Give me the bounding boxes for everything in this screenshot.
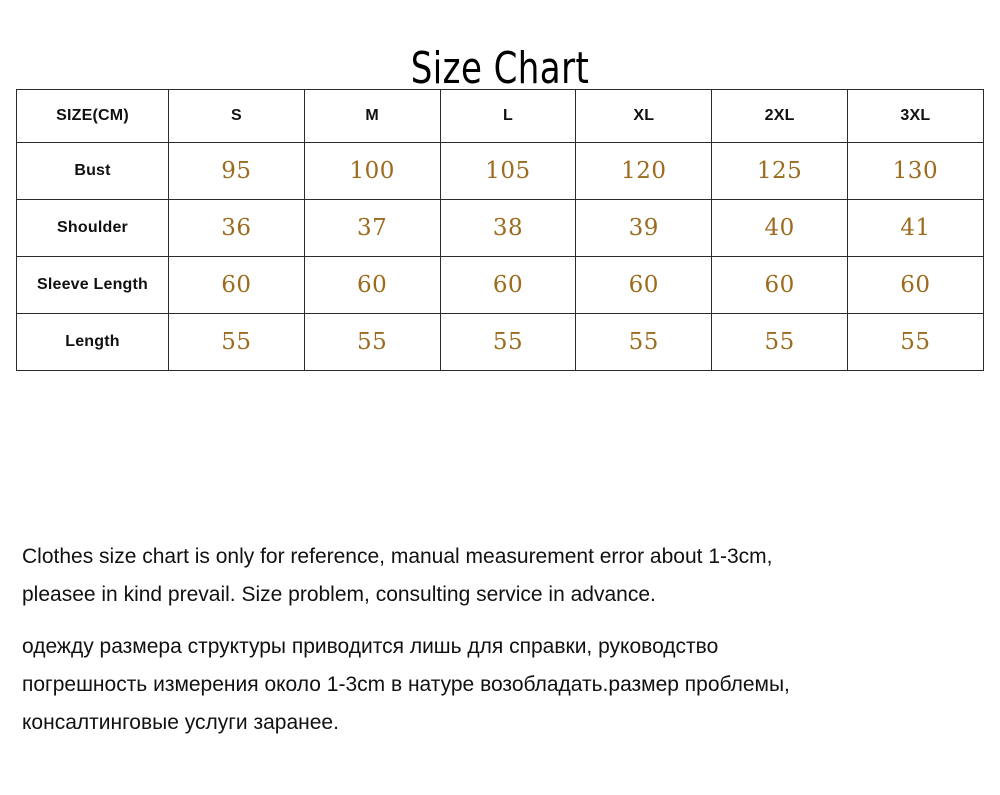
note-russian-line-2: погрешность измерения около 1-3cm в нату…	[22, 673, 790, 696]
row-label-sleeve-length: Sleeve Length	[16, 256, 169, 314]
table-row: Length 55 55 55 55 55 55	[16, 313, 984, 371]
page-title: Size Chart	[410, 43, 590, 95]
table-row: Shoulder 36 37 38 39 40 41	[16, 199, 984, 257]
cell-bust-m: 100	[303, 142, 441, 200]
table-row: Bust 95 100 105 120 125 130	[16, 142, 984, 200]
cell-sleeve-length-m: 60	[303, 256, 441, 314]
row-label-length: Length	[16, 313, 169, 371]
header-size-l: L	[439, 89, 577, 143]
cell-shoulder-2xl: 40	[711, 199, 848, 257]
cell-length-2xl: 55	[711, 313, 848, 371]
cell-sleeve-length-l: 60	[439, 256, 577, 314]
cell-shoulder-3xl: 41	[846, 199, 984, 257]
cell-sleeve-length-xl: 60	[575, 256, 713, 314]
note-english: Clothes size chart is only for reference…	[22, 538, 982, 614]
table-header-row: SIZE(CM) S M L XL 2XL 3XL	[16, 89, 984, 143]
cell-shoulder-m: 37	[303, 199, 441, 257]
table-row: Sleeve Length 60 60 60 60 60 60	[16, 256, 984, 314]
notes-section: Clothes size chart is only for reference…	[22, 538, 982, 742]
cell-shoulder-xl: 39	[575, 199, 713, 257]
cell-bust-s: 95	[168, 142, 305, 200]
cell-length-s: 55	[168, 313, 305, 371]
cell-bust-2xl: 125	[711, 142, 848, 200]
size-chart-table: SIZE(CM) S M L XL 2XL 3XL Bust 95 100 10…	[16, 89, 984, 371]
note-english-line-1: Clothes size chart is only for reference…	[22, 545, 773, 568]
row-label-shoulder: Shoulder	[16, 199, 169, 257]
header-size-unit: SIZE(CM)	[16, 89, 169, 143]
cell-sleeve-length-2xl: 60	[711, 256, 848, 314]
note-russian-line-3: консалтинговые услуги заранее.	[22, 711, 339, 734]
cell-shoulder-l: 38	[439, 199, 577, 257]
size-chart-container: SIZE(CM) S M L XL 2XL 3XL Bust 95 100 10…	[16, 89, 984, 371]
cell-bust-3xl: 130	[846, 142, 984, 200]
cell-bust-xl: 120	[575, 142, 713, 200]
header-size-3xl: 3XL	[846, 89, 984, 143]
header-size-s: S	[168, 89, 305, 143]
cell-shoulder-s: 36	[168, 199, 305, 257]
note-russian-line-1: одежду размера структуры приводится лишь…	[22, 635, 719, 658]
row-label-bust: Bust	[16, 142, 169, 200]
cell-length-l: 55	[439, 313, 577, 371]
note-russian: одежду размера структуры приводится лишь…	[22, 628, 982, 742]
cell-length-xl: 55	[575, 313, 713, 371]
header-size-xl: XL	[575, 89, 713, 143]
header-size-m: M	[303, 89, 441, 143]
header-size-2xl: 2XL	[711, 89, 848, 143]
note-english-line-2: pleasee in kind prevail. Size problem, c…	[22, 583, 656, 606]
cell-bust-l: 105	[439, 142, 577, 200]
cell-length-m: 55	[303, 313, 441, 371]
cell-sleeve-length-s: 60	[168, 256, 305, 314]
cell-length-3xl: 55	[846, 313, 984, 371]
cell-sleeve-length-3xl: 60	[846, 256, 984, 314]
